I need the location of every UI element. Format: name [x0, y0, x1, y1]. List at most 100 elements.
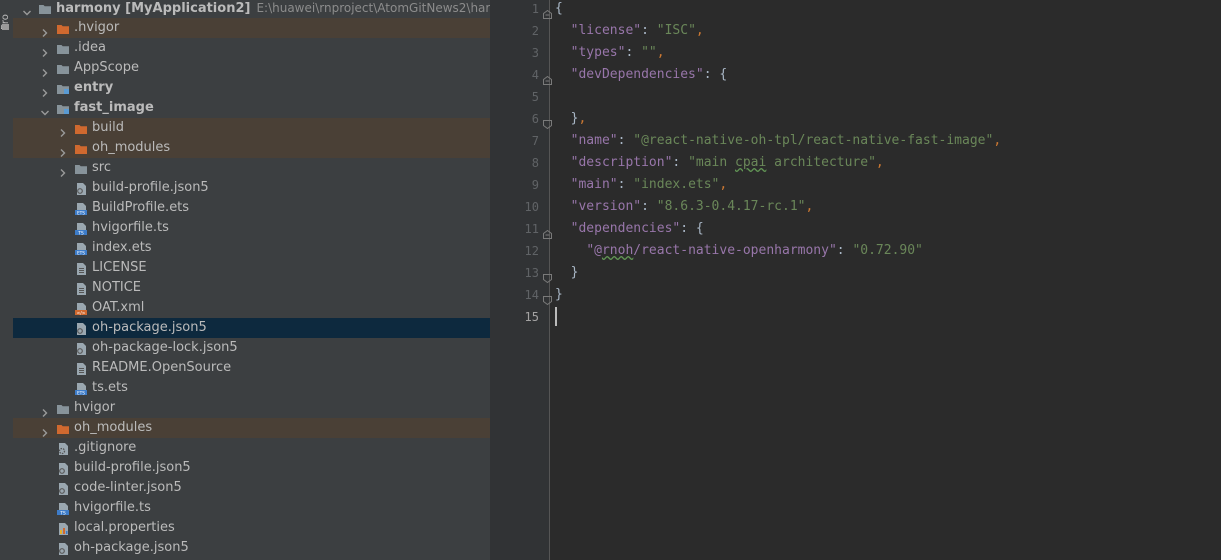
code-token: "main: [688, 155, 736, 170]
tree-row[interactable]: .gitignore: [13, 438, 490, 458]
tree-row[interactable]: .hvigor: [13, 18, 490, 38]
project-tree[interactable]: harmony [MyApplication2] E:\huawei\rnproj…: [13, 0, 490, 560]
chevron-right-icon[interactable]: [58, 143, 68, 157]
tree-row[interactable]: fast_image: [13, 98, 490, 118]
code-token: ,: [695, 23, 704, 38]
fold-start-icon[interactable]: [543, 224, 552, 239]
code-token: "@: [586, 243, 602, 258]
tree-item-name: oh-package.json5: [92, 320, 207, 335]
tree-row[interactable]: NOTICE: [13, 278, 490, 298]
chevron-right-icon[interactable]: [58, 163, 68, 177]
code-line: "version": "8.6.3-0.4.17-rc.1",: [555, 196, 814, 218]
chevron-right-icon[interactable]: [58, 123, 68, 137]
tree-row[interactable]: hvigor: [13, 398, 490, 418]
tree-item-label: OAT.xml: [92, 298, 144, 318]
tree-item-name: harmony: [56, 1, 121, 16]
tree-row[interactable]: entry: [13, 78, 490, 98]
project-path: E:\huawei\rnproject\AtomGitNews2\harmony: [256, 1, 490, 15]
tree-item-name: oh-package.json5: [74, 540, 189, 555]
tree-row[interactable]: </> OAT.xml: [13, 298, 490, 318]
fold-start-icon[interactable]: [543, 70, 552, 85]
tree-item-name: build-profile.json5: [92, 180, 209, 195]
tree-row[interactable]: LICENSE: [13, 258, 490, 278]
tree-item-name: .idea: [74, 40, 106, 55]
code-token: ,: [656, 45, 665, 60]
tree-row[interactable]: ETS index.ets: [13, 238, 490, 258]
tree-item-name: ts.ets: [92, 380, 128, 395]
code-token: /react-native-openharmony": [633, 243, 837, 258]
chevron-right-icon[interactable]: [40, 423, 50, 437]
fold-end-icon[interactable]: [543, 268, 552, 284]
fold-end-icon[interactable]: [543, 114, 552, 130]
code-token: ,: [719, 177, 728, 192]
code-token: cpai: [735, 155, 767, 170]
tree-row[interactable]: oh_modules: [13, 418, 490, 438]
code-token: ,: [578, 111, 587, 126]
code-token: }: [555, 287, 563, 302]
tree-item-name: BuildProfile.ets: [92, 200, 190, 215]
tree-item-name: README.OpenSource: [92, 360, 232, 375]
tree-row[interactable]: TS hvigorfile.ts: [13, 218, 490, 238]
tree-row[interactable]: harmony [MyApplication2] E:\huawei\rnproj…: [13, 0, 490, 18]
tree-item-label: hvigor: [74, 398, 115, 418]
tree-row[interactable]: oh-package.json5: [13, 538, 490, 558]
tree-row[interactable]: build: [13, 118, 490, 138]
tree-item-label: index.ets: [92, 238, 152, 258]
chevron-down-icon[interactable]: [40, 103, 50, 116]
svg-text:TS: TS: [59, 510, 66, 516]
chevron-right-icon[interactable]: [40, 83, 50, 97]
config-file-icon: [56, 441, 70, 455]
tree-item-name: local.properties: [74, 520, 175, 535]
tree-item-label: README.OpenSource: [92, 358, 231, 378]
chevron-right-icon[interactable]: [40, 43, 50, 57]
code-line: "description": "main cpai architecture",: [555, 152, 884, 174]
folder-icon: [56, 61, 70, 75]
project-tool-window-stripe[interactable]: Pro: [0, 0, 14, 560]
tree-row[interactable]: ETS BuildProfile.ets: [13, 198, 490, 218]
tree-row[interactable]: src: [13, 158, 490, 178]
tree-row[interactable]: build-profile.json5: [13, 458, 490, 478]
chevron-right-icon[interactable]: [40, 23, 50, 37]
project-name-label: [MyApplication2]: [120, 1, 251, 16]
code-editor[interactable]: 1 2 3 4 5 6 7 8 9 10 11 12 13 14 15 { "license": "ISC"…: [490, 0, 1221, 560]
code-token: "@react-native-oh-tpl/react-native-fast-…: [633, 133, 994, 148]
tree-row[interactable]: code-linter.json5: [13, 478, 490, 498]
tree-item-label: LICENSE: [92, 258, 147, 278]
code-token: "license": [570, 23, 642, 38]
tree-item-name: code-linter.json5: [74, 480, 182, 495]
tree-row[interactable]: .idea: [13, 38, 490, 58]
code-token: }: [555, 111, 579, 126]
tree-item-name: oh-package-lock.json5: [92, 340, 238, 355]
tree-row[interactable]: AppScope: [13, 58, 490, 78]
tree-row[interactable]: local.properties: [13, 518, 490, 538]
tree-row[interactable]: TS hvigorfile.ts: [13, 498, 490, 518]
fold-end-icon[interactable]: [543, 290, 552, 306]
tree-row[interactable]: README.OpenSource: [13, 358, 490, 378]
chevron-right-icon[interactable]: [40, 403, 50, 417]
code-token: "dependencies": [570, 221, 681, 236]
tree-row[interactable]: oh-package.json5: [13, 318, 490, 338]
chevron-down-icon[interactable]: [22, 3, 32, 16]
chevron-right-icon[interactable]: [40, 63, 50, 77]
tree-item-name: entry: [74, 80, 114, 95]
tree-row[interactable]: build-profile.json5: [13, 178, 490, 198]
tree-item-name: hvigor: [74, 400, 116, 415]
tree-item-label: .idea: [74, 38, 106, 58]
tree-row[interactable]: ETS ts.ets: [13, 378, 490, 398]
tree-row[interactable]: oh-package-lock.json5: [13, 338, 490, 358]
code-line: "types": "",: [555, 42, 665, 64]
code-line: "devDependencies": {: [555, 64, 728, 86]
line-number-gutter: 1 2 3 4 5 6 7 8 9 10 11 12 13 14 15: [490, 0, 552, 560]
tree-row[interactable]: oh_modules: [13, 138, 490, 158]
code-token: rnoh: [601, 243, 634, 258]
svg-text:</>: </>: [76, 310, 85, 316]
code-token: "name": [570, 133, 618, 148]
tree-item-label: oh-package-lock.json5: [92, 338, 238, 358]
tree-item-name: oh_modules: [74, 420, 153, 435]
tree-item-name: index.ets: [92, 240, 152, 255]
fold-start-icon[interactable]: [543, 4, 552, 19]
